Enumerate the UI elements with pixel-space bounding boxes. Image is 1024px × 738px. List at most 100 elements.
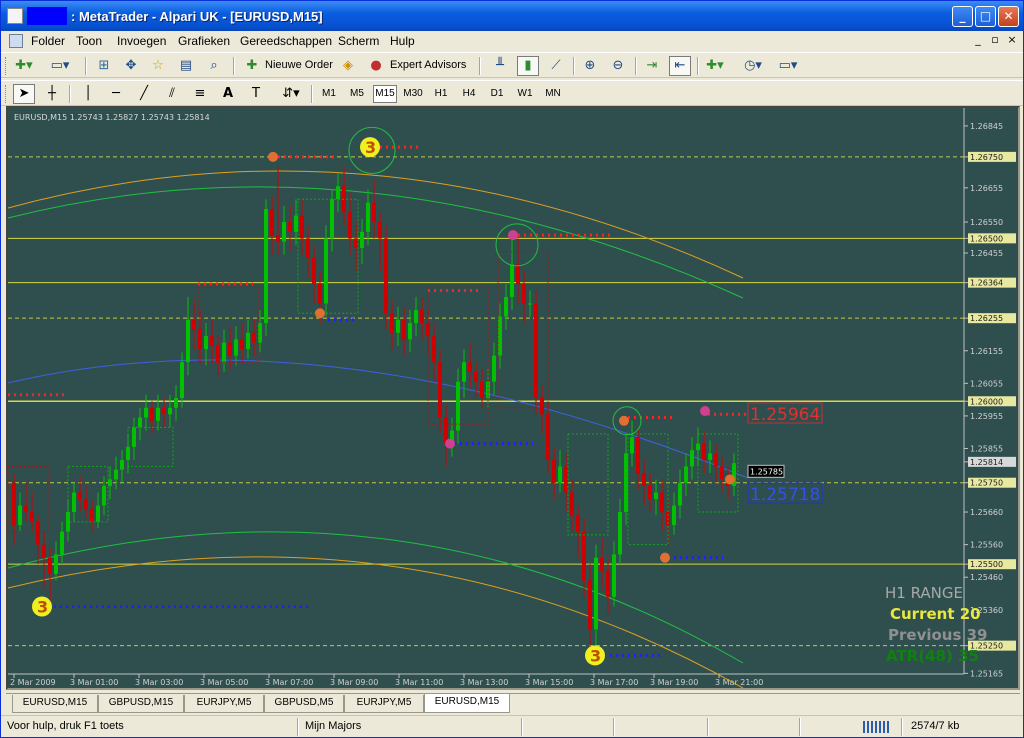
chart-window-icon[interactable] xyxy=(9,34,23,48)
timeframe-w1[interactable]: W1 xyxy=(513,85,537,103)
expert-advisors-icon[interactable]: ● xyxy=(365,56,387,76)
toolbar-grip[interactable] xyxy=(5,57,8,75)
candle-body xyxy=(96,505,100,522)
candle-body xyxy=(78,492,82,500)
navigator-icon[interactable]: ✥ xyxy=(120,56,142,76)
candle-body xyxy=(552,459,556,483)
tab-eurusd-m15[interactable]: EURUSD,M15 xyxy=(12,695,98,713)
profiles-icon[interactable]: ▭▾ xyxy=(49,56,71,76)
candle-body xyxy=(690,450,694,467)
menu-toon[interactable]: Toon xyxy=(76,34,102,48)
tab-gbpusd-m15[interactable]: GBPUSD,M15 xyxy=(98,695,184,713)
candle-body xyxy=(648,485,652,500)
timeframe-mn[interactable]: MN xyxy=(541,85,565,103)
close-button[interactable]: ✕ xyxy=(998,6,1019,27)
timeframe-m1[interactable]: M1 xyxy=(317,85,341,103)
mdi-restore-button[interactable]: ▫ xyxy=(988,33,1002,47)
price-tick-label: 1.25660 xyxy=(970,508,1003,517)
window-title: : MetaTrader - Alpari UK - [EURUSD,M15] xyxy=(71,9,323,24)
candle-body xyxy=(282,222,286,242)
menu-gereedschappen[interactable]: Gereedschappen xyxy=(240,34,332,48)
candle-body xyxy=(516,264,520,284)
price-tick-label: 1.26055 xyxy=(970,379,1003,388)
candlestick-icon[interactable]: ▮ xyxy=(517,56,539,76)
menu-grafieken[interactable]: Grafieken xyxy=(178,34,230,48)
candle-body xyxy=(366,202,370,232)
text-icon[interactable]: A xyxy=(217,84,239,104)
timeframe-m30[interactable]: M30 xyxy=(401,85,425,103)
title-bar[interactable]: : MetaTrader - Alpari UK - [EURUSD,M15] … xyxy=(1,1,1023,31)
tester-icon[interactable]: ⌕ xyxy=(203,56,225,76)
menu-hulp[interactable]: Hulp xyxy=(390,34,415,48)
tab-eurusd-m15-active[interactable]: EURUSD,M15 xyxy=(424,694,510,713)
candle-body xyxy=(264,209,268,324)
autoscroll-icon[interactable]: ⇥ xyxy=(641,56,663,76)
candle-body xyxy=(408,323,412,340)
candle-body xyxy=(654,492,658,500)
time-tick-label: 3 Mar 03:00 xyxy=(135,678,183,687)
maximize-button[interactable]: □ xyxy=(975,6,996,27)
new-order-button[interactable]: Nieuwe Order xyxy=(265,59,333,71)
timeframe-m5[interactable]: M5 xyxy=(345,85,369,103)
horizontal-line-icon[interactable]: ─ xyxy=(105,84,127,104)
favorites-icon[interactable]: ☆ xyxy=(147,56,169,76)
templates-icon[interactable]: ▭▾ xyxy=(773,56,803,76)
menu-invoegen[interactable]: Invoegen xyxy=(117,34,166,48)
candle-body xyxy=(480,381,484,398)
tab-eurjpy-m5-2[interactable]: EURJPY,M5 xyxy=(344,695,424,713)
timeframe-m15[interactable]: M15 xyxy=(373,85,397,103)
timeframe-d1[interactable]: D1 xyxy=(485,85,509,103)
zoom-out-icon[interactable]: ⊖ xyxy=(607,56,629,76)
crosshair-icon[interactable]: ┼ xyxy=(41,84,63,104)
candle-body xyxy=(432,336,436,363)
indicators-icon[interactable]: ✚▾ xyxy=(704,56,726,76)
meta-editor-icon[interactable]: ◈ xyxy=(337,56,359,76)
minimize-button[interactable]: _ xyxy=(952,6,973,27)
candle-body xyxy=(720,466,724,480)
price-tick-label: 1.26000 xyxy=(970,397,1003,406)
cursor-icon[interactable]: ➤ xyxy=(13,84,35,104)
market-watch-icon[interactable]: ⊞ xyxy=(93,56,115,76)
candle-body xyxy=(180,362,184,398)
mdi-minimize-button[interactable]: _ xyxy=(971,33,985,47)
vertical-line-icon[interactable]: │ xyxy=(77,84,99,104)
price-tick-label: 1.26455 xyxy=(970,249,1003,258)
tab-gbpusd-m5[interactable]: GBPUSD,M5 xyxy=(264,695,344,713)
line-chart-icon[interactable]: ⟋ xyxy=(545,56,567,76)
bar-chart-icon[interactable]: ╨ xyxy=(489,56,511,76)
new-chart-icon[interactable]: ✚▾ xyxy=(13,56,35,76)
range-title: H1 RANGE xyxy=(885,584,963,602)
timeframe-h1[interactable]: H1 xyxy=(429,85,453,103)
periods-icon[interactable]: ◷▾ xyxy=(738,56,768,76)
candle-body xyxy=(120,459,124,470)
new-order-icon[interactable]: ✚ xyxy=(241,56,263,76)
equidistant-channel-icon[interactable]: ⫽ xyxy=(161,84,183,104)
price-chart[interactable]: 1.26845 1.26750 1.26655 1.26550 1.26500 1.264… xyxy=(8,108,1018,688)
tab-eurjpy-m5[interactable]: EURJPY,M5 xyxy=(184,695,264,713)
timeframe-h4[interactable]: H4 xyxy=(457,85,481,103)
trendline-icon[interactable]: ╱ xyxy=(133,84,155,104)
fibonacci-icon[interactable]: ≡ xyxy=(189,84,211,104)
chart-area[interactable]: 1.26845 1.26750 1.26655 1.26550 1.26500 1.264… xyxy=(6,106,1020,690)
zoom-in-icon[interactable]: ⊕ xyxy=(579,56,601,76)
menu-scherm[interactable]: Scherm xyxy=(338,34,379,48)
terminal-icon[interactable]: ▤ xyxy=(175,56,197,76)
time-tick-label: 3 Mar 05:00 xyxy=(200,678,248,687)
candle-body xyxy=(246,332,250,350)
time-tick-label: 3 Mar 15:00 xyxy=(525,678,573,687)
mdi-close-button[interactable]: × xyxy=(1005,33,1019,47)
chart-shift-icon[interactable]: ⇤ xyxy=(669,56,691,76)
range-current: Current 20 xyxy=(890,605,981,623)
candle-body xyxy=(402,319,406,340)
toolbar-grip[interactable] xyxy=(5,85,8,103)
arrows-icon[interactable]: ⇵▾ xyxy=(277,84,305,104)
text-label-icon[interactable]: T xyxy=(245,84,267,104)
fractal-marker xyxy=(268,151,278,162)
expert-advisors-button[interactable]: Expert Advisors xyxy=(390,59,466,71)
candle-body xyxy=(504,296,508,317)
app-icon[interactable] xyxy=(7,8,23,24)
price-tick-label: 1.25955 xyxy=(970,412,1003,421)
candle-body xyxy=(456,381,460,431)
menu-folder[interactable]: Folder xyxy=(31,34,65,48)
price-tick-label: 1.25750 xyxy=(970,479,1003,488)
